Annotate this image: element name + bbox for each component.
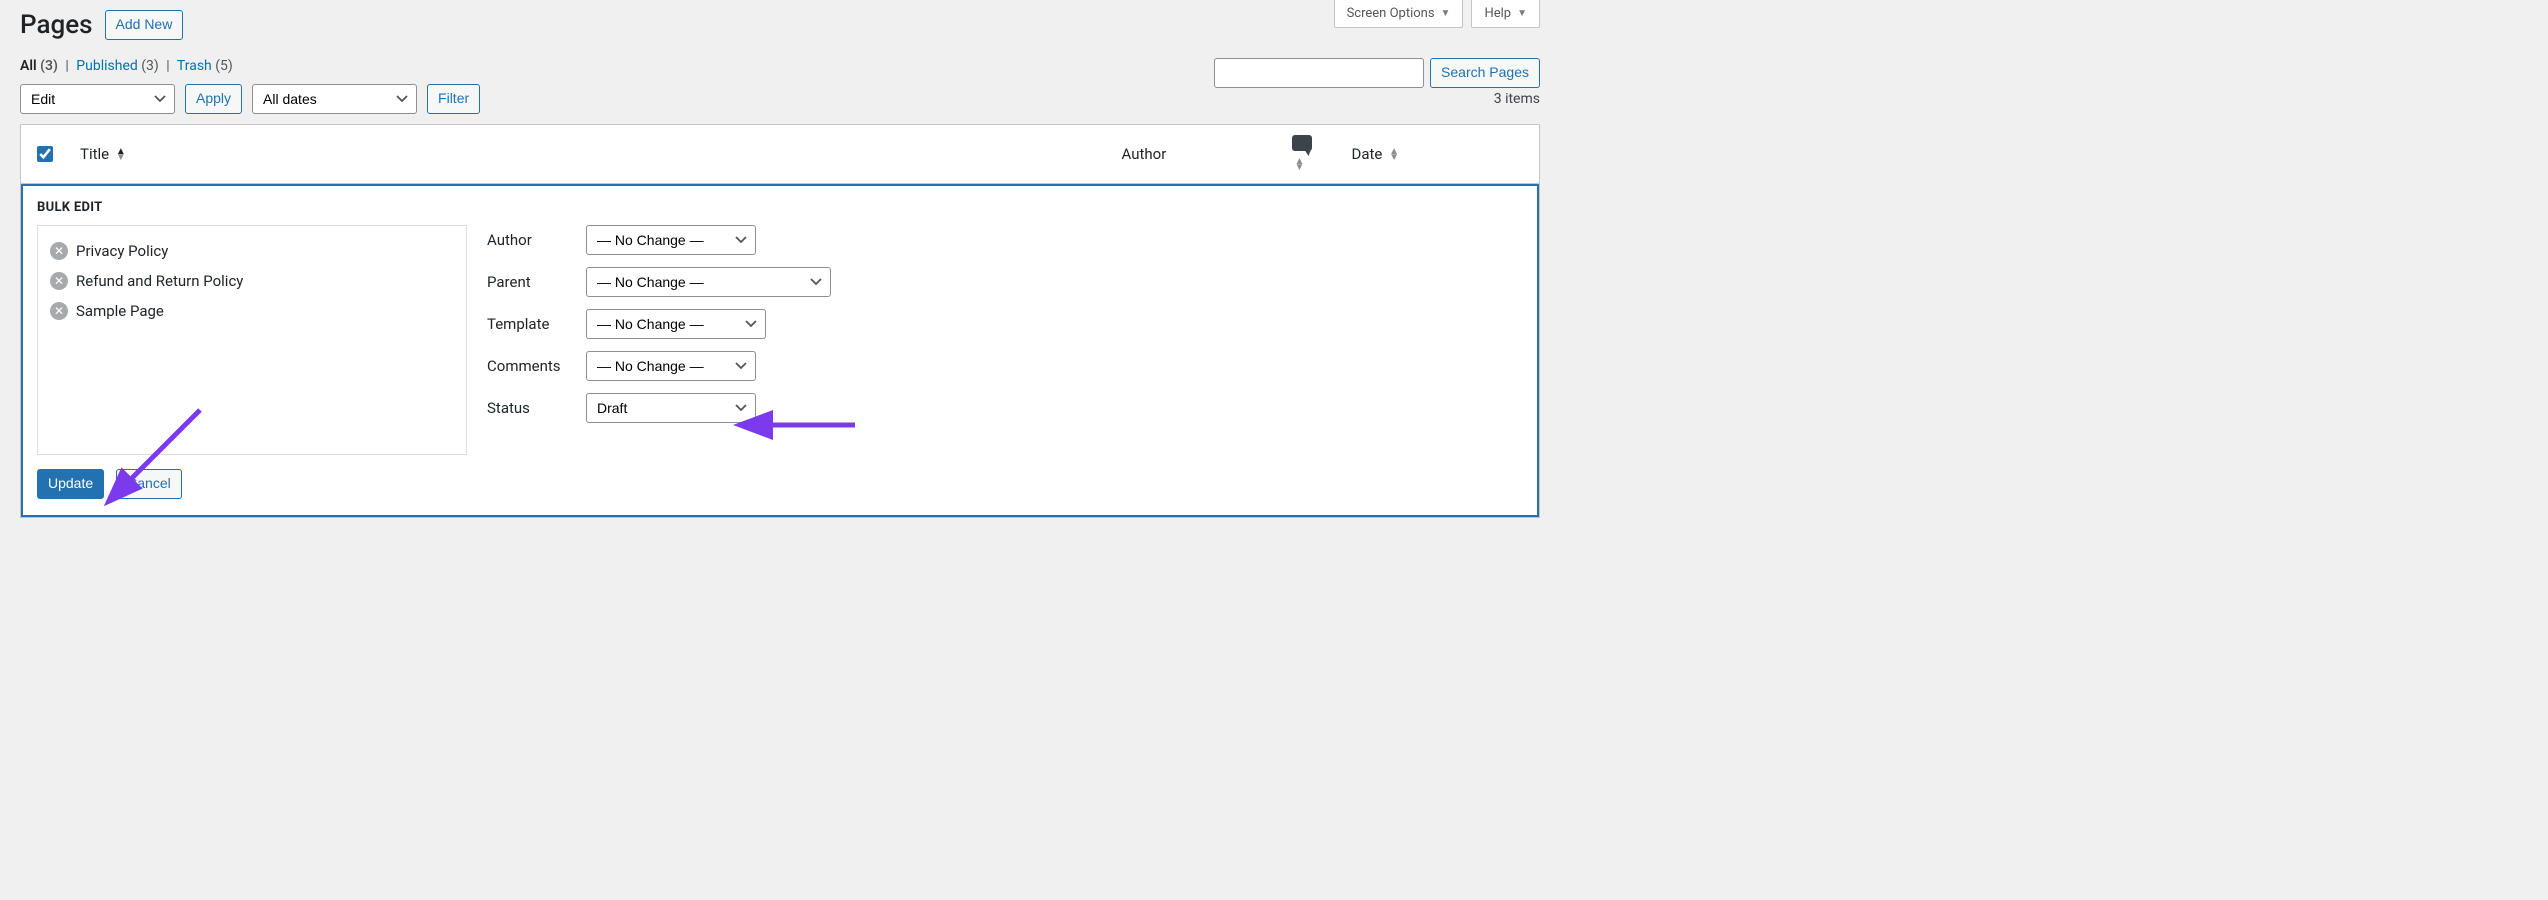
sort-indicator-icon: ▲▼ bbox=[1295, 159, 1305, 171]
filter-button[interactable]: Filter bbox=[427, 84, 480, 114]
bulk-author-select[interactable]: — No Change — bbox=[586, 225, 756, 255]
bulk-comments-select[interactable]: — No Change — bbox=[586, 351, 756, 381]
bulk-author-label: Author bbox=[487, 231, 572, 249]
comment-bubble-icon bbox=[1292, 135, 1312, 151]
bulk-status-label: Status bbox=[487, 399, 572, 417]
remove-item-icon[interactable]: ✕ bbox=[50, 302, 68, 320]
filter-trash[interactable]: Trash (5) bbox=[177, 58, 233, 74]
selected-page-title: Privacy Policy bbox=[76, 242, 168, 260]
selected-page-title: Refund and Return Policy bbox=[76, 272, 243, 290]
sort-indicator-icon: ▲▼ bbox=[116, 149, 126, 161]
date-filter-select[interactable]: All dates bbox=[252, 84, 417, 114]
bulk-status-select[interactable]: Draft bbox=[586, 393, 756, 423]
sort-indicator-icon: ▲▼ bbox=[1389, 149, 1399, 161]
bulk-parent-select[interactable]: — No Change — bbox=[586, 267, 831, 297]
remove-item-icon[interactable]: ✕ bbox=[50, 242, 68, 260]
pages-table: Title ▲▼ Author ▲▼ Date ▲▼ BULK EDIT bbox=[20, 124, 1540, 518]
column-date[interactable]: Date ▲▼ bbox=[1340, 125, 1540, 184]
column-comments[interactable]: ▲▼ bbox=[1280, 125, 1340, 184]
bulk-template-label: Template bbox=[487, 315, 572, 333]
bulk-fields: Author — No Change — Parent — No Change … bbox=[487, 225, 831, 435]
page-title: Pages bbox=[20, 10, 93, 40]
select-all-checkbox[interactable] bbox=[37, 146, 53, 162]
chevron-down-icon: ▼ bbox=[1441, 8, 1451, 19]
screen-options-label: Screen Options bbox=[1347, 6, 1435, 21]
filter-all[interactable]: All (3) bbox=[20, 58, 61, 74]
filter-published[interactable]: Published (3) bbox=[76, 58, 162, 74]
cancel-button[interactable]: Cancel bbox=[116, 469, 182, 499]
column-title[interactable]: Title ▲▼ bbox=[68, 125, 1110, 184]
select-all-header bbox=[21, 125, 69, 184]
bulk-parent-label: Parent bbox=[487, 273, 572, 291]
apply-button[interactable]: Apply bbox=[185, 84, 242, 114]
column-author[interactable]: Author bbox=[1110, 125, 1280, 184]
bulk-template-select[interactable]: — No Change — bbox=[586, 309, 766, 339]
list-item: ✕ Refund and Return Policy bbox=[50, 266, 454, 296]
selected-page-title: Sample Page bbox=[76, 302, 164, 320]
list-item: ✕ Sample Page bbox=[50, 296, 454, 326]
bulk-comments-label: Comments bbox=[487, 357, 572, 375]
update-button[interactable]: Update bbox=[37, 469, 104, 499]
bulk-edit-panel: BULK EDIT ✕ Privacy Policy ✕ Refund and … bbox=[21, 184, 1539, 517]
search-pages-button[interactable]: Search Pages bbox=[1430, 58, 1540, 88]
list-item: ✕ Privacy Policy bbox=[50, 236, 454, 266]
bulk-edit-heading: BULK EDIT bbox=[37, 200, 1523, 215]
bulk-action-select[interactable]: Edit bbox=[20, 84, 175, 114]
remove-item-icon[interactable]: ✕ bbox=[50, 272, 68, 290]
chevron-down-icon: ▼ bbox=[1517, 8, 1527, 19]
add-new-button[interactable]: Add New bbox=[105, 10, 184, 40]
help-label: Help bbox=[1484, 6, 1511, 21]
screen-options-tab[interactable]: Screen Options ▼ bbox=[1334, 0, 1464, 28]
items-count: 3 items bbox=[1494, 91, 1540, 107]
search-input[interactable] bbox=[1214, 58, 1424, 88]
bulk-selected-list: ✕ Privacy Policy ✕ Refund and Return Pol… bbox=[37, 225, 467, 455]
help-tab[interactable]: Help ▼ bbox=[1471, 0, 1540, 28]
